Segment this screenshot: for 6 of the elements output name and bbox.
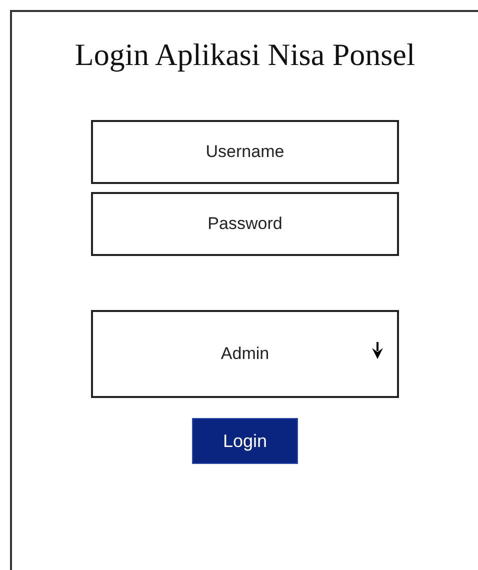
username-field[interactable]: Username (91, 120, 399, 184)
password-field[interactable]: Password (91, 192, 399, 256)
dropdown-arrow-icon (372, 342, 383, 360)
login-title: Login Aplikasi Nisa Ponsel (74, 36, 416, 74)
login-button[interactable]: Login (192, 418, 298, 464)
role-select[interactable]: Admin (91, 310, 399, 398)
